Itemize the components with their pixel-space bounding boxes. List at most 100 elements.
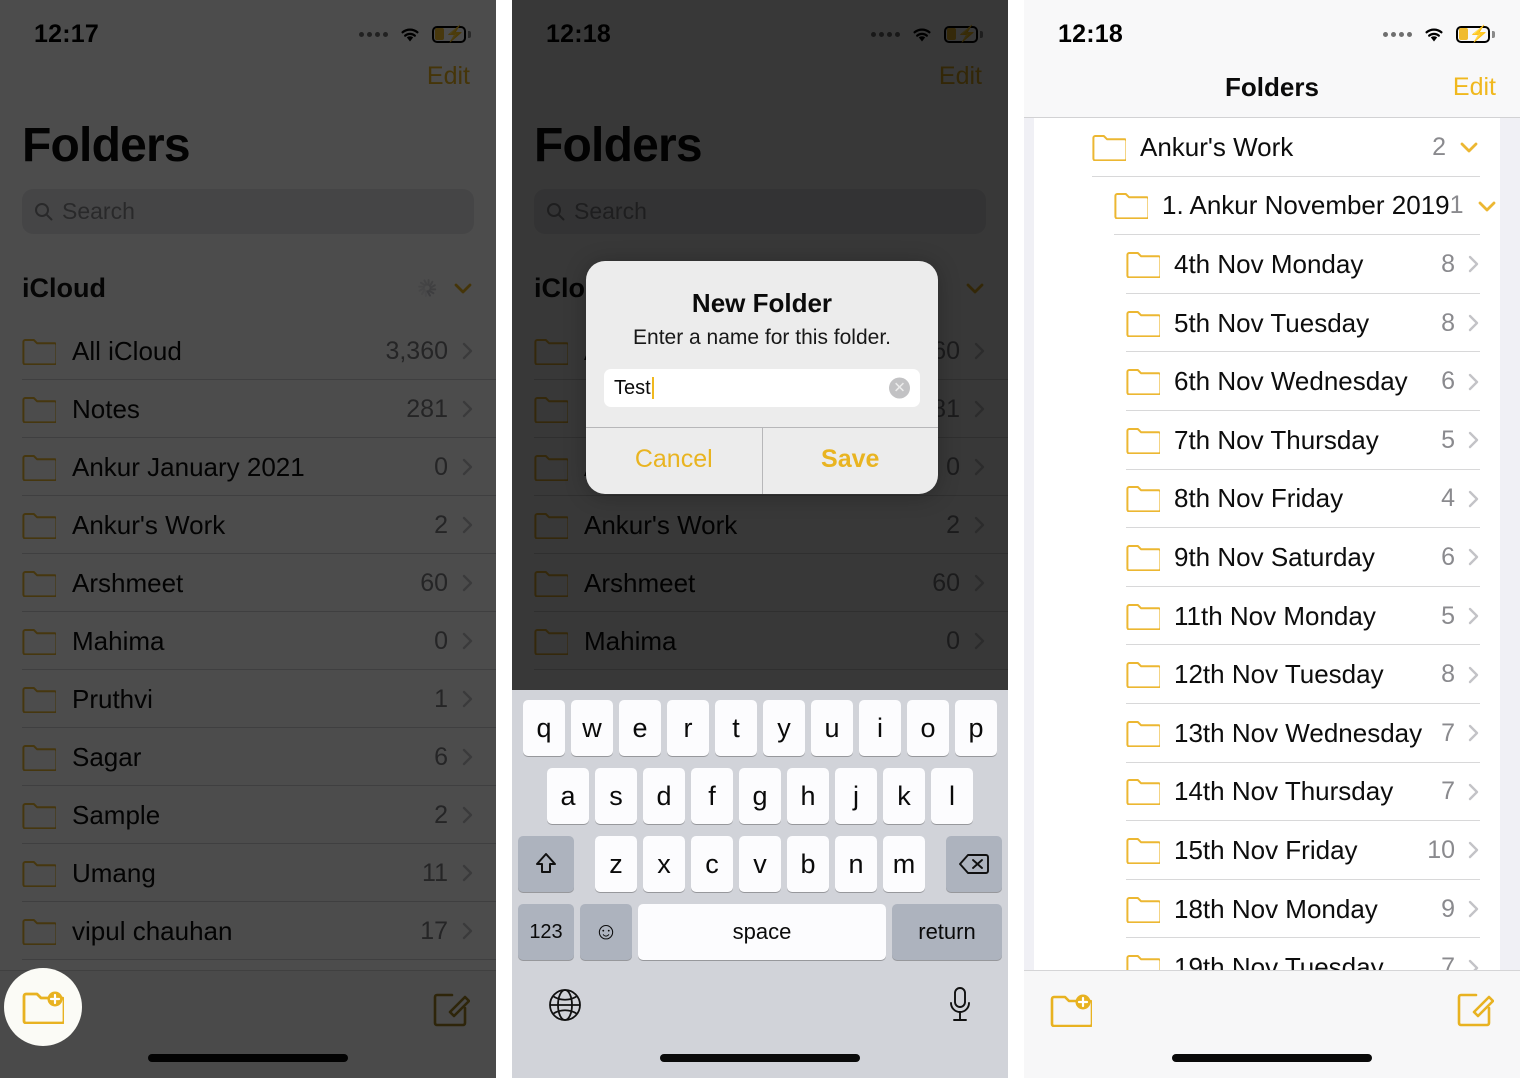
- backspace-key[interactable]: [946, 836, 1002, 892]
- chevron-right-icon[interactable]: [461, 630, 474, 652]
- folder-row[interactable]: 12th Nov Tuesday 8: [1034, 645, 1500, 704]
- folder-row[interactable]: Sample 2: [22, 786, 496, 844]
- key-q[interactable]: q: [523, 700, 565, 756]
- chevron-right-icon[interactable]: [1467, 898, 1480, 920]
- folder-row[interactable]: 14th Nov Thursday 7: [1034, 762, 1500, 822]
- search-input-2[interactable]: Search: [534, 189, 986, 234]
- folder-row[interactable]: 9th Nov Saturday 6: [1034, 528, 1500, 587]
- compose-note-button-3[interactable]: [1456, 990, 1495, 1028]
- save-button[interactable]: Save: [763, 428, 939, 494]
- key-r[interactable]: r: [667, 700, 709, 756]
- chevron-right-icon[interactable]: [461, 746, 474, 768]
- microphone-icon[interactable]: [947, 986, 973, 1024]
- folder-row[interactable]: Mahima 0: [534, 612, 1008, 670]
- chevron-right-icon[interactable]: [1467, 664, 1480, 686]
- chevron-right-icon[interactable]: [1467, 781, 1480, 803]
- chevron-right-icon[interactable]: [973, 456, 986, 478]
- return-key[interactable]: return: [892, 904, 1002, 960]
- key-u[interactable]: u: [811, 700, 853, 756]
- folder-row[interactable]: Pruthvi 1: [22, 670, 496, 728]
- key-f[interactable]: f: [691, 768, 733, 824]
- folder-row[interactable]: 18th Nov Monday 9: [1034, 879, 1500, 939]
- key-t[interactable]: t: [715, 700, 757, 756]
- chevron-right-icon[interactable]: [461, 456, 474, 478]
- key-p[interactable]: p: [955, 700, 997, 756]
- chevron-down-icon[interactable]: [964, 277, 986, 299]
- chevron-right-icon[interactable]: [973, 630, 986, 652]
- folder-row[interactable]: 13th Nov Wednesday 7: [1034, 703, 1500, 763]
- chevron-right-icon[interactable]: [461, 340, 474, 362]
- folder-name-input[interactable]: Test ✕: [604, 369, 920, 407]
- chevron-right-icon[interactable]: [461, 920, 474, 942]
- chevron-right-icon[interactable]: [461, 688, 474, 710]
- key-y[interactable]: y: [763, 700, 805, 756]
- chevron-right-icon[interactable]: [1467, 839, 1480, 861]
- folder-row[interactable]: 11th Nov Monday 5: [1034, 586, 1500, 646]
- folder-row[interactable]: 5th Nov Tuesday 8: [1034, 293, 1500, 353]
- edit-button-2[interactable]: Edit: [939, 62, 982, 91]
- folder-row[interactable]: 4th Nov Monday 8: [1034, 235, 1500, 294]
- key-n[interactable]: n: [835, 836, 877, 892]
- emoji-key[interactable]: ☺: [580, 904, 632, 960]
- key-b[interactable]: b: [787, 836, 829, 892]
- chevron-right-icon[interactable]: [461, 862, 474, 884]
- folder-row[interactable]: vipul chauhan 17: [22, 902, 496, 960]
- section-header-icloud-1[interactable]: iCloud: [22, 264, 474, 312]
- folder-row[interactable]: Mahima 0: [22, 612, 496, 670]
- key-a[interactable]: a: [547, 768, 589, 824]
- clear-text-icon[interactable]: ✕: [889, 377, 910, 399]
- chevron-down-icon[interactable]: [452, 277, 474, 299]
- chevron-right-icon[interactable]: [461, 398, 474, 420]
- folder-row[interactable]: 15th Nov Friday 10: [1034, 821, 1500, 880]
- chevron-down-icon[interactable]: [1476, 195, 1498, 217]
- folder-row[interactable]: Ankur's Work 2: [534, 496, 1008, 554]
- key-g[interactable]: g: [739, 768, 781, 824]
- folder-list-3[interactable]: Ankur's Work 2 1. Ankur November 2019 1 4th …: [1024, 118, 1520, 970]
- key-d[interactable]: d: [643, 768, 685, 824]
- chevron-right-icon[interactable]: [461, 804, 474, 826]
- new-folder-button-3[interactable]: [1050, 993, 1094, 1028]
- chevron-right-icon[interactable]: [973, 340, 986, 362]
- key-c[interactable]: c: [691, 836, 733, 892]
- key-k[interactable]: k: [883, 768, 925, 824]
- folder-row[interactable]: Ankur January 2021 0: [22, 438, 496, 496]
- key-s[interactable]: s: [595, 768, 637, 824]
- key-v[interactable]: v: [739, 836, 781, 892]
- chevron-right-icon[interactable]: [973, 572, 986, 594]
- folder-row[interactable]: All iCloud 3,360: [22, 322, 496, 380]
- key-h[interactable]: h: [787, 768, 829, 824]
- key-e[interactable]: e: [619, 700, 661, 756]
- folder-row[interactable]: Umang 11: [22, 844, 496, 902]
- key-l[interactable]: l: [931, 768, 973, 824]
- shift-key[interactable]: [518, 836, 574, 892]
- chevron-right-icon[interactable]: [973, 514, 986, 536]
- folder-row[interactable]: 6th Nov Wednesday 6: [1034, 352, 1500, 411]
- key-w[interactable]: w: [571, 700, 613, 756]
- chevron-right-icon[interactable]: [1467, 429, 1480, 451]
- compose-note-button-1[interactable]: [432, 990, 471, 1028]
- folder-row[interactable]: Ankur's Work 2: [22, 496, 496, 554]
- chevron-right-icon[interactable]: [1467, 546, 1480, 568]
- globe-icon[interactable]: [547, 987, 583, 1023]
- folder-row[interactable]: 7th Nov Thursday 5: [1034, 410, 1500, 470]
- folder-row[interactable]: Sagar 6: [22, 728, 496, 786]
- chevron-right-icon[interactable]: [1467, 253, 1480, 275]
- key-z[interactable]: z: [595, 836, 637, 892]
- chevron-right-icon[interactable]: [1467, 957, 1480, 970]
- chevron-right-icon[interactable]: [1467, 312, 1480, 334]
- edit-button-3[interactable]: Edit: [1453, 73, 1496, 102]
- chevron-right-icon[interactable]: [1467, 488, 1480, 510]
- chevron-right-icon[interactable]: [973, 398, 986, 420]
- chevron-right-icon[interactable]: [1467, 605, 1480, 627]
- folder-row[interactable]: Arshmeet 60: [534, 554, 1008, 612]
- search-input-1[interactable]: Search: [22, 189, 474, 234]
- folder-row[interactable]: 8th Nov Friday 4: [1034, 469, 1500, 529]
- numbers-key[interactable]: 123: [518, 904, 574, 960]
- folder-row[interactable]: 1. Ankur November 2019 1: [1034, 176, 1500, 236]
- key-i[interactable]: i: [859, 700, 901, 756]
- folder-row[interactable]: Arshmeet 60: [22, 554, 496, 612]
- chevron-right-icon[interactable]: [461, 572, 474, 594]
- new-folder-highlight-puck[interactable]: [4, 968, 82, 1046]
- key-j[interactable]: j: [835, 768, 877, 824]
- folder-row[interactable]: Ankur's Work 2: [1034, 118, 1500, 177]
